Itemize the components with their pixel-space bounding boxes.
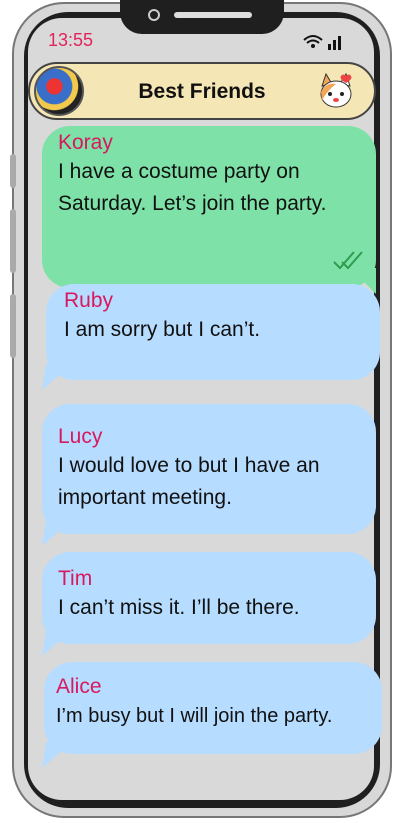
chat-header[interactable]: Best Friends [28, 62, 376, 120]
message-text: I’m busy but I will join the party. [56, 705, 333, 727]
notch [120, 0, 284, 34]
message-text: I have a costume party on Saturday. Let’… [58, 160, 327, 215]
status-icons [300, 32, 346, 57]
speaker [174, 12, 252, 18]
sender-name: Lucy [58, 425, 103, 448]
bubble-tail [42, 742, 72, 768]
message-bubble-ruby[interactable]: Ruby I am sorry but I can’t. [46, 284, 380, 380]
sender-name: Koray [58, 131, 113, 154]
bubble-tail [42, 630, 72, 656]
sender-name: Alice [56, 675, 102, 698]
message-text: I would love to but I have an important … [58, 454, 320, 509]
bubble-tail [42, 364, 72, 390]
sender-name: Tim [58, 567, 93, 590]
sender-name: Ruby [64, 289, 114, 312]
message-bubble-alice[interactable]: Alice I’m busy but I will join the party… [44, 662, 382, 754]
message-bubble-lucy[interactable]: Lucy I would love to but I have an impor… [42, 404, 376, 534]
wifi-icon [303, 35, 341, 50]
volume-button-2 [10, 209, 16, 273]
message-text: I am sorry but I can’t. [64, 318, 261, 341]
volume-button [10, 154, 16, 188]
message-text: I can’t miss it. I’ll be there. [58, 596, 300, 619]
cat-sticker-icon [320, 72, 352, 108]
bubble-tail [42, 520, 72, 546]
camera-icon [148, 9, 160, 21]
power-button [10, 294, 16, 358]
message-bubble-koray[interactable]: Koray I have a costume party on Saturday… [42, 126, 376, 288]
status-time: 13:55 [48, 30, 94, 50]
message-bubble-tim[interactable]: Tim I can’t miss it. I’ll be there. [42, 552, 376, 644]
